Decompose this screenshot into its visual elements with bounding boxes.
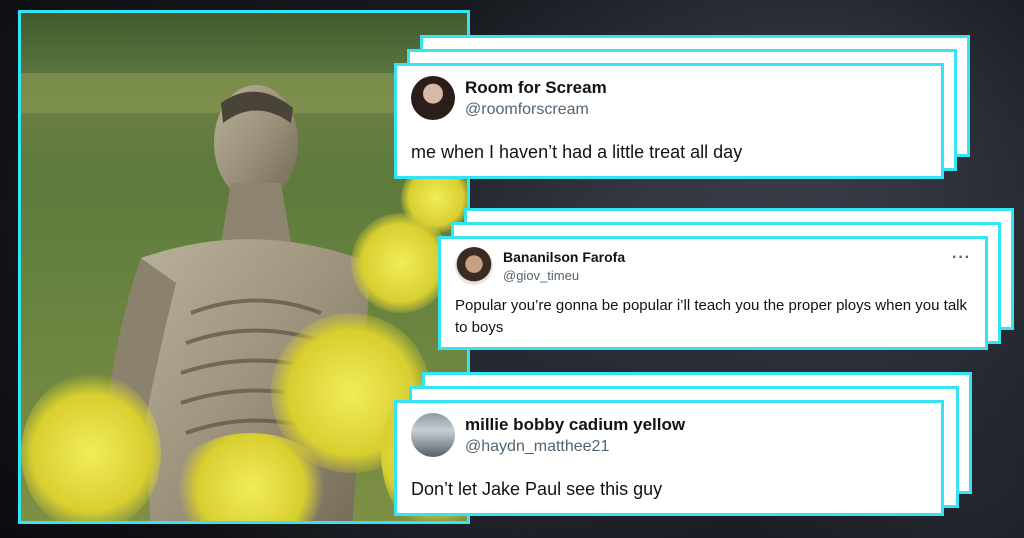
more-horizontal-icon[interactable]: ··· <box>952 249 971 267</box>
avatar[interactable] <box>411 76 455 120</box>
tweet-card[interactable]: Room for Scream @roomforscream me when I… <box>394 63 944 179</box>
tweet-author-name[interactable]: millie bobby cadium yellow <box>465 415 685 435</box>
flower-cluster <box>21 373 161 521</box>
tweet-text: Popular you’re gonna be popular i’ll tea… <box>455 297 967 336</box>
tweet-card[interactable]: millie bobby cadium yellow @haydn_matthe… <box>394 400 944 516</box>
tweet-text: me when I haven’t had a little treat all… <box>411 142 743 162</box>
tweet-author-handle[interactable]: @haydn_matthee21 <box>465 438 685 456</box>
avatar[interactable] <box>455 247 493 285</box>
tweet-author-handle[interactable]: @roomforscream <box>465 101 607 119</box>
tweet-author-name[interactable]: Room for Scream <box>465 78 607 98</box>
tweet-card[interactable]: ··· Bananilson Farofa @giov_timeu Popula… <box>438 236 988 350</box>
tweet-author-handle[interactable]: @giov_timeu <box>503 268 625 283</box>
tweet-author-name[interactable]: Bananilson Farofa <box>503 249 625 265</box>
tweet-text: Don’t let Jake Paul see this guy <box>411 479 663 499</box>
avatar[interactable] <box>411 413 455 457</box>
